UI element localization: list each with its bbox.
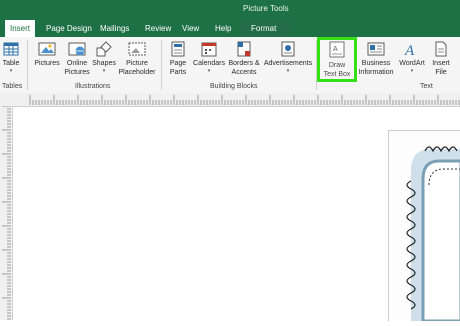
group-label-building-blocks: Building Blocks bbox=[210, 83, 258, 90]
insert-file-label-line1: Insert bbox=[432, 60, 450, 67]
table-label: Table bbox=[2, 60, 20, 67]
decorative-border-image[interactable] bbox=[389, 131, 460, 323]
calendars-button[interactable]: Calendars ▾ bbox=[192, 41, 226, 74]
chevron-down-icon: ▾ bbox=[207, 68, 211, 74]
picture-placeholder-label-line2: Placeholder bbox=[118, 69, 156, 76]
shapes-label: Shapes bbox=[92, 60, 116, 67]
page-parts-icon bbox=[171, 41, 185, 57]
group-label-illustrations: Illustrations bbox=[75, 83, 111, 90]
title-bar: Picture Tools bbox=[0, 0, 460, 20]
tab-insert[interactable]: Insert bbox=[5, 20, 36, 37]
calendar-icon bbox=[201, 42, 217, 57]
highlight-box bbox=[317, 37, 357, 82]
borders-accents-label-line2: Accents bbox=[231, 69, 257, 76]
advertisements-icon bbox=[281, 41, 295, 57]
business-information-label-line2: Information bbox=[358, 69, 394, 76]
online-pictures-label-line1: Online bbox=[66, 60, 88, 67]
insert-file-label-line2: File bbox=[435, 69, 447, 76]
publication-page[interactable] bbox=[388, 130, 460, 323]
online-pictures-button[interactable]: Online Pictures bbox=[62, 41, 92, 77]
picture-placeholder-icon bbox=[128, 42, 146, 56]
group-label-text: Text bbox=[420, 83, 433, 90]
format-tab-background: Format bbox=[240, 20, 290, 37]
business-information-label-line1: Business bbox=[361, 60, 391, 67]
chevron-down-icon: ▾ bbox=[9, 68, 13, 74]
wordart-button[interactable]: A WordArt ▾ bbox=[396, 41, 428, 74]
table-button[interactable]: Table ▾ bbox=[1, 41, 21, 74]
tab-help[interactable]: Help bbox=[215, 24, 231, 33]
chevron-down-icon: ▾ bbox=[410, 68, 414, 74]
group-divider bbox=[27, 40, 28, 90]
calendars-label: Calendars bbox=[193, 60, 225, 67]
file-icon bbox=[435, 41, 447, 57]
advertisements-button[interactable]: Advertisements ▾ bbox=[262, 41, 314, 74]
group-divider bbox=[161, 40, 162, 90]
picture-placeholder-label-line1: Picture bbox=[126, 60, 148, 67]
horizontal-ruler[interactable] bbox=[0, 93, 460, 107]
page-parts-button[interactable]: Page Parts bbox=[165, 41, 191, 77]
page-parts-label-line2: Parts bbox=[169, 69, 187, 76]
picture-placeholder-button[interactable]: Picture Placeholder bbox=[117, 41, 157, 77]
pictures-icon bbox=[38, 42, 56, 56]
page-parts-label-line1: Page bbox=[169, 60, 187, 67]
shapes-icon bbox=[96, 41, 112, 57]
vertical-ruler[interactable] bbox=[0, 105, 13, 320]
insert-file-button[interactable]: Insert File bbox=[428, 41, 454, 77]
business-information-icon bbox=[367, 42, 385, 56]
wordart-label: WordArt bbox=[399, 60, 425, 67]
business-information-button[interactable]: Business Information bbox=[356, 41, 396, 77]
tab-review[interactable]: Review bbox=[145, 24, 171, 33]
picture-tools-title: Picture Tools bbox=[243, 4, 289, 13]
online-pictures-label-line2: Pictures bbox=[64, 69, 90, 76]
tab-format[interactable]: Format bbox=[251, 24, 276, 33]
vertical-ruler-ticks bbox=[2, 105, 11, 320]
pictures-label: Pictures bbox=[34, 60, 60, 67]
borders-accents-label-line1: Borders & bbox=[228, 60, 260, 67]
chevron-down-icon: ▾ bbox=[286, 68, 290, 74]
tab-mailings[interactable]: Mailings bbox=[100, 24, 129, 33]
advertisements-label: Advertisements bbox=[263, 60, 313, 67]
table-icon bbox=[3, 42, 19, 56]
chevron-down-icon: ▾ bbox=[102, 68, 106, 74]
svg-text:A: A bbox=[404, 43, 415, 57]
pictures-button[interactable]: Pictures bbox=[32, 41, 62, 68]
borders-accents-button[interactable]: Borders & Accents bbox=[227, 41, 261, 77]
group-label-tables: Tables bbox=[2, 83, 23, 90]
tab-page-design[interactable]: Page Design bbox=[46, 24, 92, 33]
horizontal-ruler-ticks bbox=[29, 95, 460, 105]
shapes-button[interactable]: Shapes ▾ bbox=[91, 41, 117, 74]
tab-view[interactable]: View bbox=[182, 24, 199, 33]
online-pictures-icon bbox=[68, 42, 86, 56]
ribbon-tab-bar: Insert Page Design Mailings Review View … bbox=[0, 20, 460, 37]
borders-accents-icon bbox=[237, 41, 251, 57]
wordart-icon: A bbox=[404, 43, 415, 57]
